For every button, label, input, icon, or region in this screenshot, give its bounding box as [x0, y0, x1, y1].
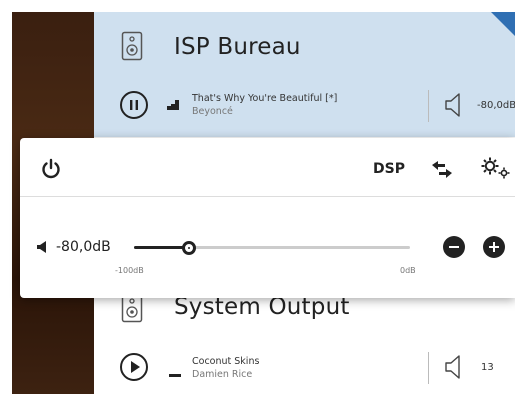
volume-icon[interactable]: [36, 240, 50, 254]
signal-level-icon: [169, 374, 181, 377]
speaker-icon: [121, 31, 143, 61]
volume-up-button[interactable]: [483, 236, 505, 258]
volume-readout: -80,0dB: [56, 239, 111, 255]
volume-down-button[interactable]: [443, 236, 465, 258]
zone-name: ISP Bureau: [174, 34, 301, 60]
track-title: That's Why You're Beautiful [*]: [192, 93, 338, 104]
transfer-icon[interactable]: [430, 159, 454, 179]
divider: [428, 352, 429, 384]
play-icon: [131, 361, 140, 373]
play-button[interactable]: [120, 353, 148, 381]
volume-icon[interactable]: [444, 354, 464, 380]
zone-volume: -80,0dB: [477, 100, 515, 111]
volume-min-label: -100dB: [115, 266, 144, 275]
track-artist: Beyoncé: [192, 106, 233, 117]
volume-icon[interactable]: [444, 92, 464, 118]
popup-divider: [20, 196, 515, 197]
divider: [428, 90, 429, 122]
pause-icon: [130, 100, 138, 110]
track-artist: Damien Rice: [192, 369, 253, 380]
volume-slider-fill: [134, 246, 190, 249]
signal-level-icon: [167, 100, 179, 110]
power-icon[interactable]: [40, 158, 62, 180]
volume-slider-handle[interactable]: [182, 241, 197, 255]
dsp-button[interactable]: DSP: [373, 161, 405, 177]
selected-corner-badge: [491, 12, 515, 36]
settings-icon[interactable]: [480, 156, 512, 180]
zone-volume: 13: [481, 362, 494, 373]
zone-selected-highlight: [94, 12, 515, 137]
track-title: Coconut Skins: [192, 356, 260, 367]
pause-button[interactable]: [120, 91, 148, 119]
volume-popup: DSP -80,0dB -100dB 0dB: [20, 138, 515, 298]
volume-max-label: 0dB: [400, 266, 416, 275]
